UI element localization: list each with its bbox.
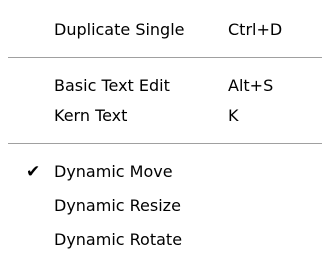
menu-item-duplicate-single[interactable]: Duplicate Single Ctrl+D — [0, 14, 322, 46]
menu-item-label: Basic Text Edit — [54, 76, 170, 95]
menu-item-basic-text-edit[interactable]: Basic Text Edit Alt+S — [0, 70, 322, 102]
menu-item-shortcut: Ctrl+D — [228, 20, 283, 39]
menu-item-label: Dynamic Rotate — [54, 230, 183, 249]
menu-item-kern-text[interactable]: Kern Text K — [0, 100, 322, 132]
menu-item-label: Dynamic Resize — [54, 196, 181, 215]
menu-item-shortcut: K — [228, 106, 239, 125]
menu-item-dynamic-rotate[interactable]: Dynamic Rotate — [0, 224, 322, 256]
menu-item-label: Kern Text — [54, 106, 128, 125]
menu-item-dynamic-resize[interactable]: Dynamic Resize — [0, 190, 322, 222]
menu-item-label: Dynamic Move — [54, 162, 173, 181]
menu-item-label: Duplicate Single — [54, 20, 185, 39]
checkmark-icon: ✔ — [26, 162, 41, 182]
menu-item-dynamic-move[interactable]: ✔ Dynamic Move — [0, 156, 322, 188]
menu-separator — [8, 57, 322, 59]
menu-separator — [8, 143, 322, 145]
context-menu: Duplicate Single Ctrl+D Basic Text Edit … — [0, 0, 322, 258]
menu-item-shortcut: Alt+S — [228, 76, 274, 95]
